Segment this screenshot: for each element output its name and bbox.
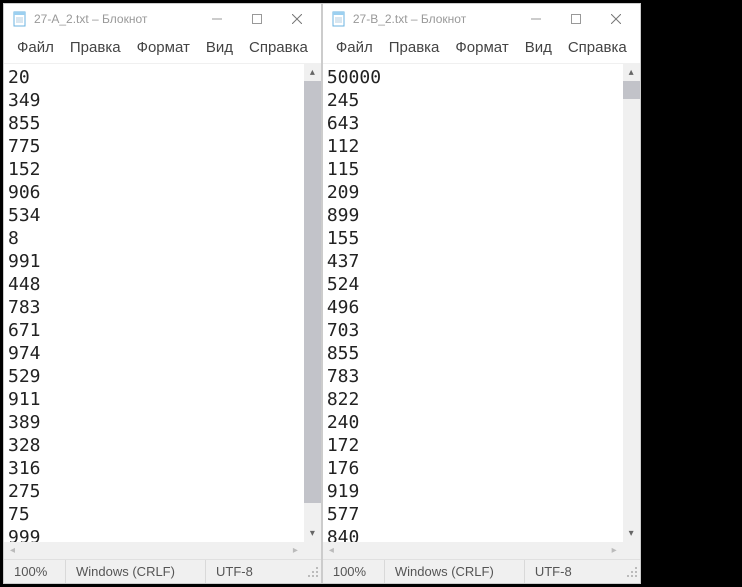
maximize-button[interactable]: [237, 5, 277, 33]
titlebar[interactable]: 27-A_2.txt – Блокнот: [4, 4, 321, 34]
menu-help[interactable]: Справка: [561, 37, 634, 58]
scroll-down-icon[interactable]: ▾: [623, 525, 640, 542]
scroll-track-h[interactable]: [340, 542, 606, 559]
status-eol: Windows (CRLF): [66, 560, 206, 583]
statusbar: 100% Windows (CRLF) UTF-8: [4, 559, 321, 583]
menu-help[interactable]: Справка: [242, 37, 315, 58]
scroll-up-icon[interactable]: ▴: [304, 64, 321, 81]
content-area: 50000 245 643 112 115 209 899 155 437 52…: [323, 64, 640, 542]
scroll-right-icon[interactable]: ▸: [606, 542, 623, 559]
scroll-track[interactable]: [304, 81, 321, 525]
vertical-scrollbar[interactable]: ▴ ▾: [304, 64, 321, 542]
status-encoding: UTF-8: [525, 560, 623, 583]
menu-format[interactable]: Формат: [130, 37, 197, 58]
status-encoding: UTF-8: [206, 560, 304, 583]
scroll-track[interactable]: [623, 81, 640, 525]
minimize-button[interactable]: [516, 5, 556, 33]
scroll-left-icon[interactable]: ◂: [323, 542, 340, 559]
menu-view[interactable]: Вид: [518, 37, 559, 58]
menu-file[interactable]: Файл: [10, 37, 61, 58]
scroll-right-icon[interactable]: ▸: [287, 542, 304, 559]
horizontal-scrollbar[interactable]: ◂ ▸: [4, 542, 321, 559]
vertical-scrollbar[interactable]: ▴ ▾: [623, 64, 640, 542]
scroll-corner: [623, 542, 640, 559]
maximize-button[interactable]: [556, 5, 596, 33]
content-area: 20 349 855 775 152 906 534 8 991 448 783…: [4, 64, 321, 542]
menu-edit[interactable]: Правка: [382, 37, 447, 58]
horizontal-scrollbar[interactable]: ◂ ▸: [323, 542, 640, 559]
scroll-up-icon[interactable]: ▴: [623, 64, 640, 81]
close-button[interactable]: [596, 5, 636, 33]
menu-file[interactable]: Файл: [329, 37, 380, 58]
scroll-thumb[interactable]: [304, 81, 321, 503]
window-title: 27-A_2.txt – Блокнот: [34, 12, 197, 26]
scroll-left-icon[interactable]: ◂: [4, 542, 21, 559]
menu-view[interactable]: Вид: [199, 37, 240, 58]
menubar: Файл Правка Формат Вид Справка: [4, 34, 321, 64]
menubar: Файл Правка Формат Вид Справка: [323, 34, 640, 64]
notepad-window-left: 27-A_2.txt – Блокнот Файл Правка Формат …: [3, 3, 322, 584]
notepad-window-right: 27-B_2.txt – Блокнот Файл Правка Формат …: [322, 3, 641, 584]
notepad-icon: [12, 11, 28, 27]
resize-grip-icon[interactable]: [304, 564, 321, 580]
scroll-down-icon[interactable]: ▾: [304, 525, 321, 542]
notepad-icon: [331, 11, 347, 27]
status-zoom: 100%: [4, 560, 66, 583]
text-area[interactable]: 50000 245 643 112 115 209 899 155 437 52…: [323, 64, 623, 542]
status-zoom: 100%: [323, 560, 385, 583]
resize-grip-icon[interactable]: [623, 564, 640, 580]
status-eol: Windows (CRLF): [385, 560, 525, 583]
scroll-thumb[interactable]: [623, 81, 640, 99]
scroll-track-h[interactable]: [21, 542, 287, 559]
scroll-corner: [304, 542, 321, 559]
window-title: 27-B_2.txt – Блокнот: [353, 12, 516, 26]
statusbar: 100% Windows (CRLF) UTF-8: [323, 559, 640, 583]
close-button[interactable]: [277, 5, 317, 33]
text-area[interactable]: 20 349 855 775 152 906 534 8 991 448 783…: [4, 64, 304, 542]
titlebar[interactable]: 27-B_2.txt – Блокнот: [323, 4, 640, 34]
menu-edit[interactable]: Правка: [63, 37, 128, 58]
menu-format[interactable]: Формат: [448, 37, 515, 58]
minimize-button[interactable]: [197, 5, 237, 33]
